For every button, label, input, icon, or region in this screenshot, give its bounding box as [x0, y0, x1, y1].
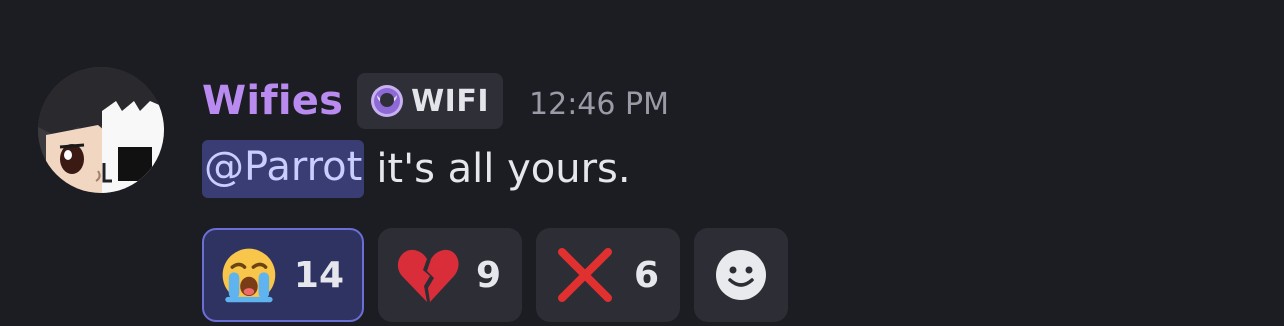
avatar[interactable] — [38, 67, 164, 193]
reaction-cross-mark[interactable]: 6 — [536, 228, 680, 322]
crescent-moon-icon — [369, 83, 405, 119]
reaction-count: 14 — [293, 254, 344, 296]
smiley-add-reaction-icon — [716, 250, 766, 300]
reaction-count: 9 — [476, 254, 502, 296]
reaction-crying[interactable]: 14 — [202, 228, 364, 322]
user-mention[interactable]: @Parrot — [202, 140, 365, 198]
message-header: Wifies WIFI 12:46 PM — [202, 72, 669, 130]
reaction-bar: 14 9 6 — [202, 228, 788, 322]
username[interactable]: Wifies — [202, 78, 343, 124]
reaction-broken-heart[interactable]: 9 — [378, 228, 522, 322]
message-text: it's all yours. — [376, 146, 631, 192]
reaction-count: 6 — [634, 254, 660, 296]
loudly-crying-face-icon — [222, 248, 276, 303]
timestamp: 12:46 PM — [529, 86, 669, 122]
chat-message: Wifies WIFI 12:46 PM @Parrot it's all yo… — [0, 0, 1284, 326]
message-content: @Parrot it's all yours. — [202, 135, 631, 203]
cross-mark-icon — [558, 248, 612, 302]
add-reaction-button[interactable] — [694, 228, 788, 322]
broken-heart-icon — [397, 249, 459, 302]
server-tag-label: WIFI — [411, 83, 490, 119]
server-tag[interactable]: WIFI — [357, 73, 504, 129]
